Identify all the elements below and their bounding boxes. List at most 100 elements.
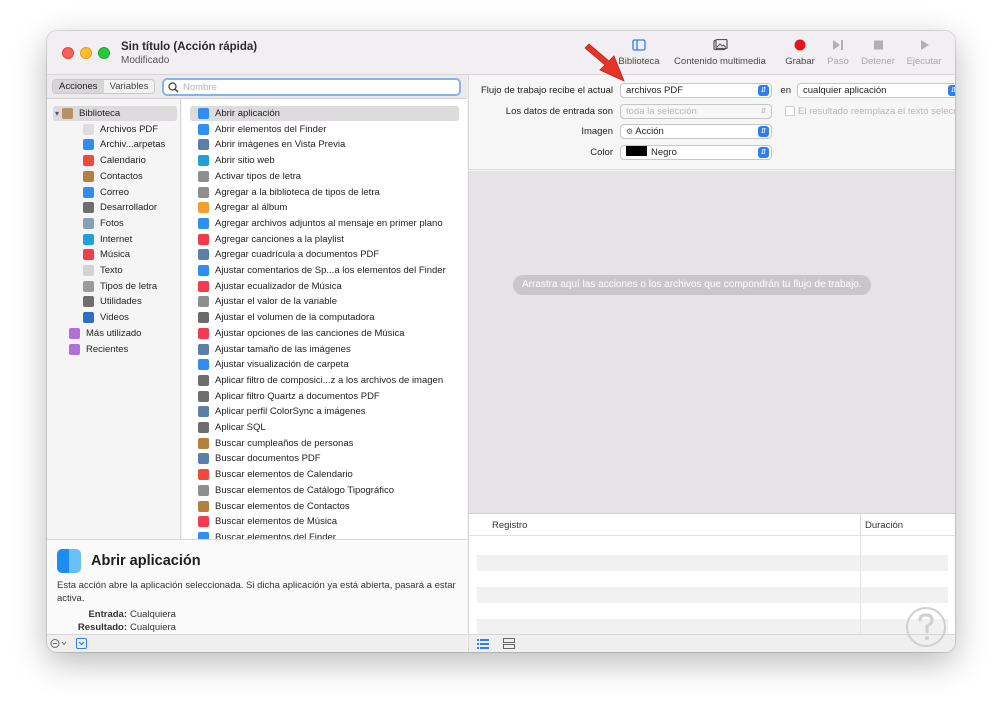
play-icon (920, 40, 929, 50)
search-input[interactable] (183, 80, 453, 94)
library-item[interactable]: Utilidades (53, 294, 177, 309)
step-icon (833, 40, 843, 50)
action-item[interactable]: Buscar elementos de Catálogo Tipográfico (190, 483, 459, 498)
library-item[interactable]: Más utilizado (53, 326, 177, 341)
action-item[interactable]: Ajustar el volumen de la computadora (190, 310, 459, 325)
list-view-icon[interactable] (477, 638, 489, 649)
input-data-value: toda la selección (626, 106, 697, 117)
library-item[interactable]: Calendario (53, 153, 177, 168)
action-item-label: Abrir sitio web (215, 155, 275, 167)
action-item[interactable]: Ajustar tamaño de las imágenes (190, 342, 459, 357)
split-view-icon[interactable] (503, 638, 515, 649)
workflow-drop-area[interactable]: Arrastra aquí las acciones o los archivo… (468, 171, 955, 513)
library-item[interactable]: Internet (53, 232, 177, 247)
action-item[interactable]: Buscar documentos PDF (190, 451, 459, 466)
library-item[interactable]: ▾ Biblioteca (53, 106, 177, 121)
action-item[interactable]: Agregar canciones a la playlist (190, 232, 459, 247)
receives-popup[interactable]: archivos PDF ⇵ (620, 83, 772, 98)
gear-icon: ⚙ (626, 127, 634, 136)
action-item[interactable]: Buscar elementos de Calendario (190, 467, 459, 482)
library-item[interactable]: Recientes (53, 342, 177, 357)
log-column-header[interactable]: Registro (492, 520, 527, 531)
image-popup[interactable]: ⚙ Acción ⇵ (620, 124, 772, 139)
window-title: Sin título (Acción rápida) (121, 41, 258, 53)
action-item[interactable]: Buscar elementos de Música (190, 514, 459, 529)
library-item[interactable]: Fotos (53, 216, 177, 231)
pdf-icon (83, 123, 94, 135)
library-item[interactable]: Archivos PDF (53, 122, 177, 137)
smart-folder-icon (69, 343, 80, 355)
action-item[interactable]: Aplicar SQL (190, 420, 459, 435)
developer-icon (198, 374, 209, 386)
action-item[interactable]: Agregar cuadrícula a documentos PDF (190, 247, 459, 262)
description-text: Esta acción abre la aplicación seleccion… (57, 580, 456, 604)
color-popup[interactable]: Negro ⇵ (620, 145, 772, 160)
fontbook-icon (198, 484, 209, 496)
stop-toolbar-button[interactable]: Detener (858, 39, 898, 67)
action-item[interactable]: Agregar al álbum (190, 200, 459, 215)
action-item[interactable]: Ajustar comentarios de Sp...a los elemen… (190, 263, 459, 278)
library-item[interactable]: Música (53, 247, 177, 262)
annotation-arrow-icon (584, 43, 625, 82)
input-data-popup[interactable]: toda la selección ⇵ (620, 104, 772, 119)
finder-icon (57, 549, 81, 573)
action-item[interactable]: Agregar archivos adjuntos al mensaje en … (190, 216, 459, 231)
action-item[interactable]: Ajustar visualización de carpeta (190, 357, 459, 372)
library-item[interactable]: Desarrollador (53, 200, 177, 215)
action-item[interactable]: Buscar cumpleaños de personas (190, 436, 459, 451)
action-menu-icon[interactable] (50, 638, 68, 649)
tab-variables[interactable]: Variables (103, 80, 155, 93)
action-item-label: Ajustar visualización de carpeta (215, 359, 349, 371)
library-item-label: Correo (100, 186, 130, 198)
mail-icon (83, 186, 94, 198)
library-item[interactable]: Tipos de letra (53, 279, 177, 294)
disclosure-chevron-icon[interactable]: ▾ (55, 109, 59, 118)
action-item[interactable]: Aplicar filtro Quartz a documentos PDF (190, 389, 459, 404)
library-item[interactable]: Texto (53, 263, 177, 278)
action-item[interactable]: Ajustar el valor de la variable (190, 294, 459, 309)
contacts-icon (198, 437, 209, 449)
close-window-button[interactable] (62, 47, 74, 59)
application-popup[interactable]: cualquier aplicación ⇵ (797, 83, 955, 98)
show-description-icon[interactable] (76, 638, 87, 649)
sidebar-icon (632, 39, 646, 51)
action-item[interactable]: Abrir aplicación (190, 106, 459, 121)
record-toolbar-button[interactable]: Grabar (783, 39, 817, 67)
color-value: Negro (651, 147, 677, 158)
action-item[interactable]: Ajustar ecualizador de Música (190, 279, 459, 294)
fontbook-icon (198, 186, 209, 198)
library-item[interactable]: Videos (53, 310, 177, 325)
run-toolbar-button[interactable]: Ejecutar (904, 39, 944, 67)
actions-list: Abrir aplicación Abrir elementos del Find… (182, 99, 467, 539)
finder-icon (198, 531, 209, 539)
action-item[interactable]: Abrir sitio web (190, 153, 459, 168)
action-item[interactable]: Buscar elementos de Contactos (190, 499, 459, 514)
replace-selected-checkbox[interactable] (785, 106, 795, 116)
library-item[interactable]: Correo (53, 185, 177, 200)
step-toolbar-button[interactable]: Paso (825, 39, 851, 67)
library-item[interactable]: Archiv...arpetas (53, 137, 177, 152)
duration-column-header[interactable]: Duración (865, 520, 903, 531)
action-item[interactable]: Abrir elementos del Finder (190, 122, 459, 137)
action-item-label: Ajustar comentarios de Sp...a los elemen… (215, 265, 446, 276)
popup-arrows-icon: ⇵ (758, 126, 769, 137)
action-item-label: Ajustar ecualizador de Música (215, 280, 342, 292)
action-item[interactable]: Aplicar perfil ColorSync a imágenes (190, 404, 459, 419)
action-item[interactable]: Activar tipos de letra (190, 169, 459, 184)
action-item[interactable]: Agregar a la biblioteca de tipos de letr… (190, 185, 459, 200)
minimize-window-button[interactable] (80, 47, 92, 59)
action-item[interactable]: Buscar elementos del Finder (190, 530, 459, 539)
tab-actions[interactable]: Acciones (53, 80, 104, 93)
brand-logo-icon (906, 607, 946, 647)
search-field[interactable] (162, 78, 461, 96)
library-item[interactable]: Contactos (53, 169, 177, 184)
action-item-label: Buscar cumpleaños de personas (215, 437, 354, 449)
action-item[interactable]: Aplicar filtro de composici...z a los ar… (190, 373, 459, 388)
zoom-window-button[interactable] (98, 47, 110, 59)
media-toolbar-button[interactable]: Contenido multimedia (671, 39, 769, 67)
action-item[interactable]: Abrir imágenes en Vista Previa (190, 137, 459, 152)
action-item[interactable]: Ajustar opciones de las canciones de Mús… (190, 326, 459, 341)
drop-hint: Arrastra aquí las acciones o los archivo… (513, 275, 871, 295)
automator-window: Sin título (Acción rápida) Modificado Bi… (47, 31, 955, 652)
action-item-label: Aplicar filtro de composici...z a los ar… (215, 374, 444, 386)
